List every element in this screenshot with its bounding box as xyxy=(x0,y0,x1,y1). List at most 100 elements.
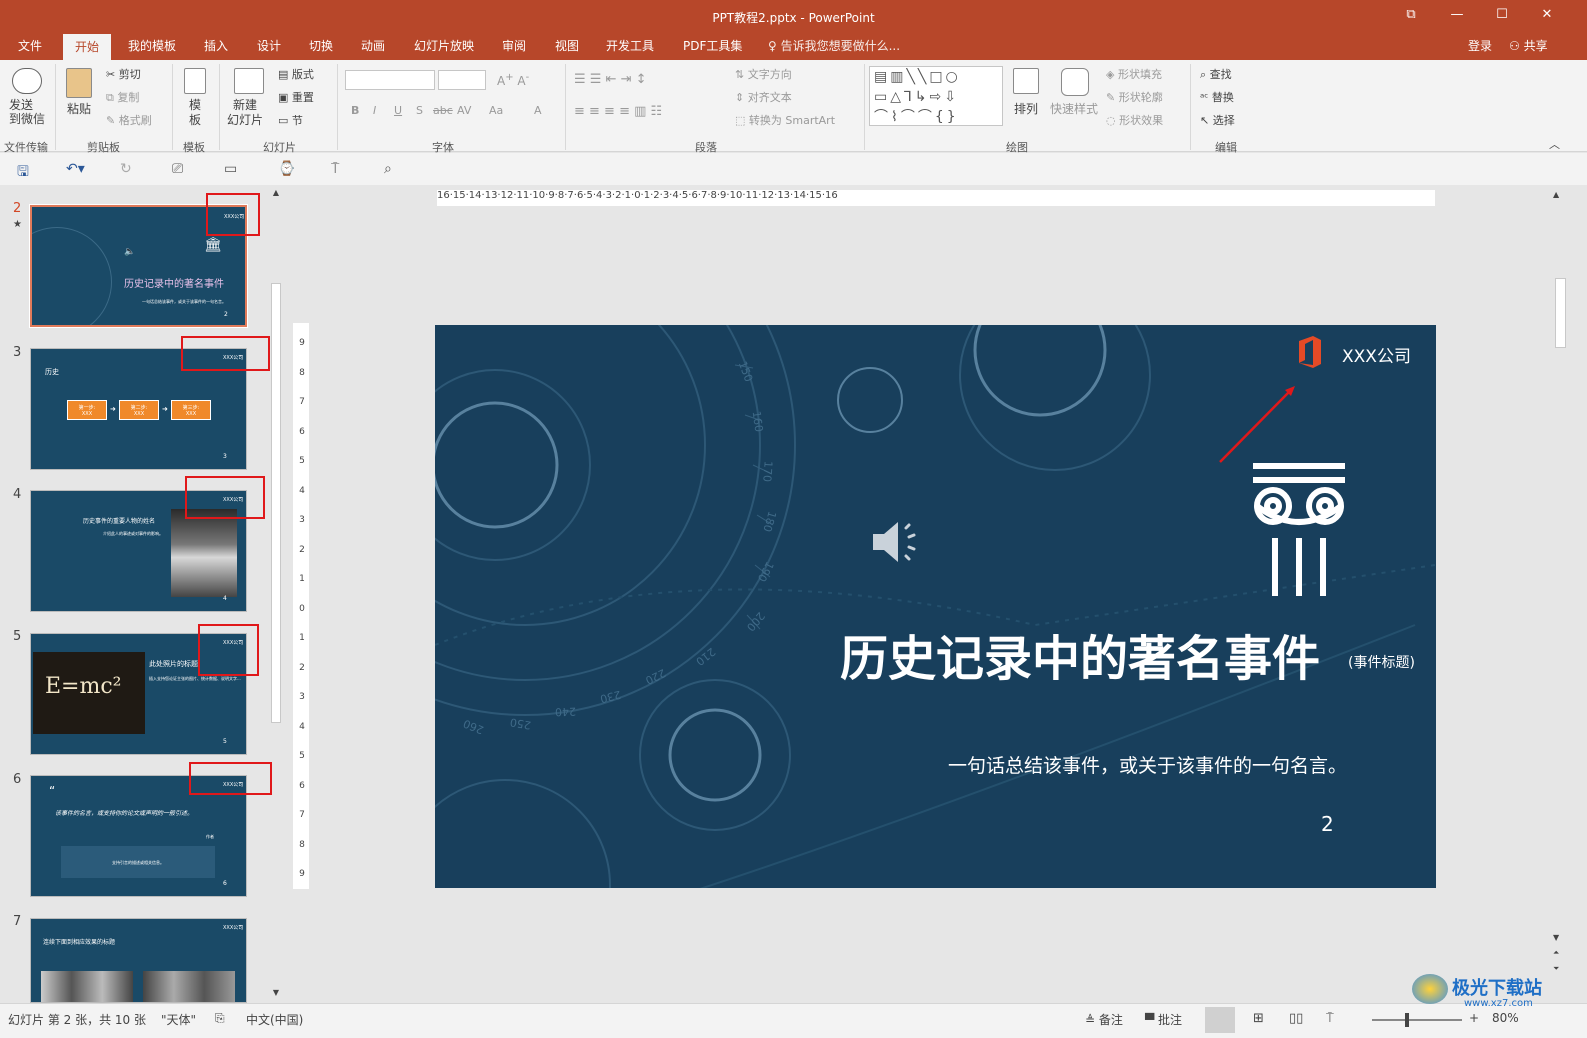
slide-sorter-icon[interactable]: ⊞ xyxy=(1253,1011,1264,1026)
tab-view[interactable]: 视图 xyxy=(555,37,579,54)
smartart-button[interactable]: ⬚ 转换为 SmartArt xyxy=(735,112,835,128)
comments-button[interactable]: ▀ 批注 xyxy=(1145,1011,1182,1028)
tab-pdf-tools[interactable]: PDF工具集 xyxy=(683,37,742,54)
scroll-thumb[interactable] xyxy=(271,283,281,723)
slideshow-view-icon[interactable]: ⍑ xyxy=(1326,1011,1334,1026)
tab-developer[interactable]: 开发工具 xyxy=(606,37,654,54)
format-painter-button[interactable]: ✎ 格式刷 xyxy=(106,112,152,128)
spellcheck-icon[interactable]: ⎘ xyxy=(215,1011,225,1026)
share-button[interactable]: ⚇ 共享 xyxy=(1509,37,1548,54)
slide-thumbnail-7[interactable]: 连续下面到相应效果的标题 XXX公司 xyxy=(30,918,247,1003)
select-button[interactable]: ↖ 选择 xyxy=(1200,112,1235,128)
maximize-button[interactable]: ☐ xyxy=(1487,4,1517,26)
arrange-button[interactable]: 排列 xyxy=(1014,100,1038,117)
bold-button[interactable]: B xyxy=(351,104,359,117)
text-direction-button[interactable]: ⇅ 文字方向 xyxy=(735,66,792,82)
slide-number: 6 xyxy=(13,772,22,787)
underline-button[interactable]: U xyxy=(394,104,402,117)
undo-icon[interactable]: ↶▾ xyxy=(66,161,85,177)
slide-title[interactable]: 历史记录中的著名事件 xyxy=(840,619,1320,689)
paste-button[interactable]: 粘贴 xyxy=(67,100,91,117)
tab-insert[interactable]: 插入 xyxy=(204,37,228,54)
align-text-button[interactable]: ⇕ 对齐文本 xyxy=(735,89,792,105)
thumb-title: 该事件的名言，或支持你的论文或声明的一般引述。 xyxy=(55,810,194,817)
prev-slide-icon[interactable]: ⏶ xyxy=(1553,948,1559,958)
present-icon[interactable]: ⍑ xyxy=(331,161,339,177)
scissors-icon: ✂ xyxy=(106,68,119,81)
print-preview-icon[interactable]: ⌕ xyxy=(384,161,392,177)
template-button[interactable]: 模 板 xyxy=(189,98,201,128)
ruler-tick-label: 2 xyxy=(299,662,305,673)
cut-button[interactable]: ✂ 剪切 xyxy=(106,66,141,82)
redo-icon[interactable]: ↻ xyxy=(120,161,132,177)
tell-me-search[interactable]: ♀ 告诉我您想要做什么... xyxy=(768,37,900,54)
slide-number: 4 xyxy=(13,487,22,502)
scroll-up-icon[interactable]: ▲ xyxy=(271,188,281,200)
replace-button[interactable]: ᵃᶜ 替换 xyxy=(1200,89,1234,105)
speaker-icon[interactable] xyxy=(870,518,922,566)
main-slide[interactable]: 150 160 170 180 190 200 210 220 230 240 250 260 XXX… xyxy=(435,325,1436,888)
font-name-input[interactable] xyxy=(345,70,435,90)
slide-count: 幻灯片 第 2 张，共 10 张 xyxy=(8,1013,146,1027)
scroll-up-icon[interactable]: ▲ xyxy=(1553,190,1559,199)
arrange-icon xyxy=(1013,68,1039,94)
search-icon: ⌕ xyxy=(1200,68,1210,81)
reset-button[interactable]: ▣ 重置 xyxy=(278,89,314,105)
zoom-level[interactable]: 80% xyxy=(1492,1011,1519,1025)
tab-review[interactable]: 审阅 xyxy=(502,37,526,54)
shape-outline-button[interactable]: ✎ 形状轮廓 xyxy=(1106,89,1163,105)
strikethrough-button[interactable]: abc xyxy=(433,104,453,117)
shape-effects-button[interactable]: ◌ 形状效果 xyxy=(1106,112,1163,128)
tab-design[interactable]: 设计 xyxy=(257,37,281,54)
login-link[interactable]: 登录 xyxy=(1468,37,1492,54)
shadow-button[interactable]: S xyxy=(416,104,423,117)
section-button[interactable]: ▭ 节 xyxy=(278,112,303,128)
copy-button[interactable]: ⧉ 复制 xyxy=(106,89,139,105)
collapse-ribbon-icon[interactable]: ︿ xyxy=(1549,136,1560,152)
tab-file[interactable]: 文件 xyxy=(18,37,42,54)
tab-animations[interactable]: 动画 xyxy=(361,37,385,54)
language[interactable]: 中文(中国) xyxy=(246,1011,303,1028)
reading-view-icon[interactable]: ▯▯ xyxy=(1289,1011,1303,1026)
new-slide-button[interactable]: 新建 幻灯片 xyxy=(227,98,263,128)
change-case-button[interactable]: Aa xyxy=(489,104,503,117)
notes-button[interactable]: ≜ 备注 xyxy=(1085,1011,1123,1028)
shape-fill-button[interactable]: ◈ 形状填充 xyxy=(1106,66,1162,82)
scroll-down-icon[interactable]: ▼ xyxy=(1553,933,1559,942)
char-spacing-button[interactable]: AV xyxy=(457,104,471,117)
tab-my-templates[interactable]: 我的模板 xyxy=(128,37,176,54)
grow-font-icon[interactable]: A+ A- xyxy=(497,72,529,88)
tab-transitions[interactable]: 切换 xyxy=(309,37,333,54)
scroll-down-icon[interactable]: ▼ xyxy=(271,988,281,1000)
thumbnail-scrollbar[interactable]: ▲ ▼ xyxy=(269,188,283,1002)
text-box-icon[interactable]: ▭ xyxy=(224,161,237,177)
bullets-icon[interactable]: ☰ ☰ ⇤ ⇥ ↕ xyxy=(574,72,647,87)
save-icon[interactable]: 🖫 xyxy=(17,161,29,185)
slideshow-start-icon[interactable]: ⎚ xyxy=(172,161,183,177)
close-button[interactable]: ✕ xyxy=(1532,4,1562,26)
tab-home[interactable]: 开始 xyxy=(63,34,112,60)
ribbon-display-icon[interactable]: ⧉ xyxy=(1396,4,1426,26)
thumb-page: 4 xyxy=(223,595,227,602)
quick-styles-button[interactable]: 快速样式 xyxy=(1050,100,1098,117)
editor-scrollbar[interactable]: ▲ ▼ ⏶ ⏷ xyxy=(1553,188,1568,978)
minimize-button[interactable]: — xyxy=(1442,4,1472,26)
rehearse-icon[interactable]: ⌚ xyxy=(278,161,295,177)
scroll-thumb[interactable] xyxy=(1555,278,1566,348)
italic-button[interactable]: I xyxy=(373,104,376,117)
zoom-slider[interactable] xyxy=(1372,1019,1462,1021)
font-color-button[interactable]: A xyxy=(534,104,542,117)
shapes-gallery[interactable]: ▤▥╲╲□○ ▭△⅂↳⇨⇩ ⌒⌇⌒⌒{} xyxy=(869,66,1003,126)
align-icons[interactable]: ≡ ≡ ≡ ≡ ▥ ☷ xyxy=(574,104,662,119)
slide-subtitle[interactable]: 一句话总结该事件，或关于该事件的一句名言。 xyxy=(948,751,1347,778)
zoom-in-icon[interactable]: + xyxy=(1469,1011,1479,1025)
zoom-slider-thumb[interactable] xyxy=(1405,1013,1409,1027)
send-to-wechat-button[interactable]: 发送 到微信 xyxy=(9,98,45,126)
normal-view-icon[interactable] xyxy=(1205,1007,1235,1033)
replace-icon: ᵃᶜ xyxy=(1200,91,1212,104)
font-size-input[interactable] xyxy=(438,70,486,90)
layout-button[interactable]: ▤ 版式 xyxy=(278,66,314,82)
tab-slideshow[interactable]: 幻灯片放映 xyxy=(414,37,474,54)
find-button[interactable]: ⌕ 查找 xyxy=(1200,66,1232,82)
column-icon: 🏛 xyxy=(204,237,222,253)
